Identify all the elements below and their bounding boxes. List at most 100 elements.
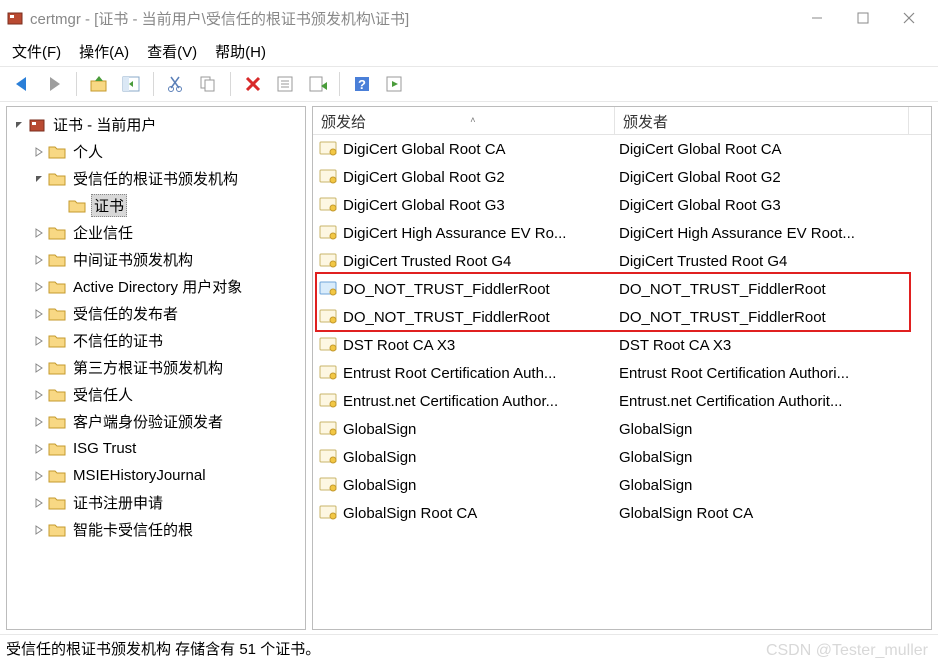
certificate-icon — [319, 476, 339, 494]
tree-item[interactable]: 证书 - 当前用户 — [9, 111, 303, 138]
cell-issuer: DO_NOT_TRUST_FiddlerRoot — [615, 281, 931, 298]
tree-item[interactable]: 第三方根证书颁发机构 — [9, 354, 303, 381]
properties-button[interactable] — [271, 70, 299, 98]
menu-action[interactable]: 操作(A) — [79, 41, 129, 62]
tree-item-label: ISG Trust — [71, 440, 138, 457]
tree-item[interactable]: 不信任的证书 — [9, 327, 303, 354]
app-icon — [6, 9, 24, 27]
copy-button[interactable] — [194, 70, 222, 98]
list-item[interactable]: DigiCert High Assurance EV Ro...DigiCert… — [313, 219, 931, 247]
expand-arrow-closed-icon[interactable] — [31, 495, 47, 511]
expand-arrow-closed-icon[interactable] — [31, 414, 47, 430]
folder-icon — [47, 250, 67, 270]
list-item[interactable]: DigiCert Global Root CADigiCert Global R… — [313, 135, 931, 163]
folder-icon — [47, 169, 67, 189]
expand-arrow-open-icon[interactable] — [11, 117, 27, 133]
folder-icon — [47, 304, 67, 324]
expand-arrow-closed-icon[interactable] — [31, 441, 47, 457]
certificate-icon — [319, 448, 339, 466]
certificate-icon — [319, 420, 339, 438]
tree-item[interactable]: Active Directory 用户对象 — [9, 273, 303, 300]
refresh-button[interactable] — [380, 70, 408, 98]
tree-item[interactable]: 中间证书颁发机构 — [9, 246, 303, 273]
cell-issued-to: GlobalSign — [343, 449, 416, 466]
tree-item[interactable]: 证书 — [9, 192, 303, 219]
list-item[interactable]: DigiCert Trusted Root G4DigiCert Trusted… — [313, 247, 931, 275]
help-button[interactable]: ? — [348, 70, 376, 98]
list-item[interactable]: DO_NOT_TRUST_FiddlerRootDO_NOT_TRUST_Fid… — [313, 275, 931, 303]
cell-issued-to: DigiCert Trusted Root G4 — [343, 253, 511, 270]
tree-item[interactable]: 受信任人 — [9, 381, 303, 408]
maximize-button[interactable] — [840, 3, 886, 33]
expand-arrow-closed-icon[interactable] — [31, 225, 47, 241]
tree-item[interactable]: 客户端身份验证颁发者 — [9, 408, 303, 435]
expand-arrow-closed-icon[interactable] — [31, 252, 47, 268]
list-item[interactable]: DST Root CA X3DST Root CA X3 — [313, 331, 931, 359]
tree-item[interactable]: 受信任的发布者 — [9, 300, 303, 327]
expand-arrow-closed-icon[interactable] — [31, 468, 47, 484]
tree-item[interactable]: 受信任的根证书颁发机构 — [9, 165, 303, 192]
tree-item[interactable]: 智能卡受信任的根 — [9, 516, 303, 543]
tree-item[interactable]: 企业信任 — [9, 219, 303, 246]
minimize-button[interactable] — [794, 3, 840, 33]
list-item[interactable]: Entrust Root Certification Auth...Entrus… — [313, 359, 931, 387]
cell-issuer: Entrust.net Certification Authorit... — [615, 393, 931, 410]
folder-icon — [47, 466, 67, 486]
expand-arrow-open-icon[interactable] — [31, 171, 47, 187]
expand-arrow-closed-icon[interactable] — [31, 306, 47, 322]
cell-issued-to: DigiCert High Assurance EV Ro... — [343, 225, 566, 242]
list-item[interactable]: Entrust.net Certification Author...Entru… — [313, 387, 931, 415]
folder-icon — [47, 520, 67, 540]
cell-issuer: Entrust Root Certification Authori... — [615, 365, 931, 382]
list-item[interactable]: DigiCert Global Root G3DigiCert Global R… — [313, 191, 931, 219]
column-header-issued-to[interactable]: 颁发给 ˄ — [313, 107, 615, 134]
back-button[interactable] — [8, 70, 36, 98]
menu-bar: 文件(F) 操作(A) 查看(V) 帮助(H) — [0, 36, 938, 66]
close-button[interactable] — [886, 3, 932, 33]
tree-item[interactable]: 个人 — [9, 138, 303, 165]
tree-item[interactable]: MSIEHistoryJournal — [9, 462, 303, 489]
up-one-level-button[interactable] — [85, 70, 113, 98]
cut-button[interactable] — [162, 70, 190, 98]
forward-button[interactable] — [40, 70, 68, 98]
export-list-button[interactable] — [303, 70, 331, 98]
tree-item-label: 证书 — [91, 194, 127, 217]
menu-file[interactable]: 文件(F) — [12, 41, 61, 62]
column-header-label: 颁发者 — [623, 114, 668, 131]
list-item[interactable]: GlobalSign Root CAGlobalSign Root CA — [313, 499, 931, 527]
tree-item[interactable]: ISG Trust — [9, 435, 303, 462]
expand-arrow-closed-icon[interactable] — [31, 144, 47, 160]
certificate-icon — [319, 168, 339, 186]
certificate-icon — [319, 280, 339, 298]
expand-placeholder — [51, 198, 67, 214]
expand-arrow-closed-icon[interactable] — [31, 279, 47, 295]
expand-arrow-closed-icon[interactable] — [31, 387, 47, 403]
tree-view[interactable]: 证书 - 当前用户个人受信任的根证书颁发机构证书企业信任中间证书颁发机构Acti… — [7, 107, 305, 629]
expand-arrow-closed-icon[interactable] — [31, 360, 47, 376]
menu-help[interactable]: 帮助(H) — [215, 41, 266, 62]
folder-icon — [47, 493, 67, 513]
delete-button[interactable] — [239, 70, 267, 98]
list-item[interactable]: GlobalSignGlobalSign — [313, 471, 931, 499]
folder-icon — [47, 412, 67, 432]
cell-issued-to: DigiCert Global Root G3 — [343, 197, 505, 214]
list-item[interactable]: DigiCert Global Root G2DigiCert Global R… — [313, 163, 931, 191]
cell-issued-to: GlobalSign Root CA — [343, 505, 477, 522]
folder-icon — [47, 331, 67, 351]
tree-item[interactable]: 证书注册申请 — [9, 489, 303, 516]
column-header-issuer[interactable]: 颁发者 — [615, 107, 909, 134]
list-item[interactable]: GlobalSignGlobalSign — [313, 443, 931, 471]
menu-view[interactable]: 查看(V) — [147, 41, 197, 62]
certificate-icon — [319, 392, 339, 410]
expand-arrow-closed-icon[interactable] — [31, 522, 47, 538]
folder-icon — [27, 115, 47, 135]
certificate-icon — [319, 196, 339, 214]
list-item[interactable]: GlobalSignGlobalSign — [313, 415, 931, 443]
expand-arrow-closed-icon[interactable] — [31, 333, 47, 349]
separator — [76, 72, 77, 96]
show-hide-tree-button[interactable] — [117, 70, 145, 98]
certificate-icon — [319, 308, 339, 326]
tree-item-label: 个人 — [71, 141, 105, 162]
list-body[interactable]: DigiCert Global Root CADigiCert Global R… — [313, 135, 931, 629]
list-item[interactable]: DO_NOT_TRUST_FiddlerRootDO_NOT_TRUST_Fid… — [313, 303, 931, 331]
